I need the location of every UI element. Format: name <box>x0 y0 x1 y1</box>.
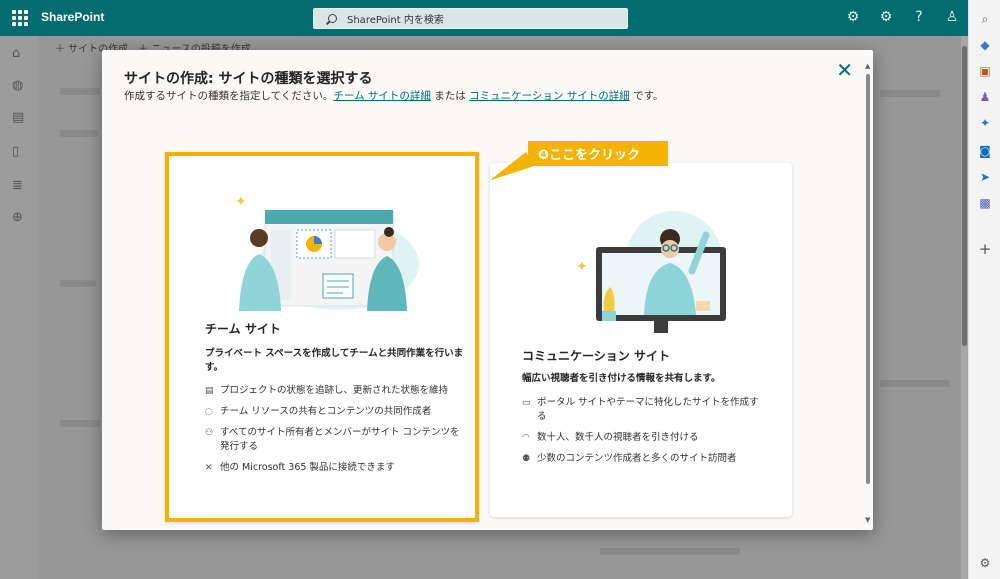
list-item: ◌ チーム リソースの共有とコンテンツの共同作成者 <box>205 406 432 417</box>
file-icon[interactable]: ▯ <box>12 144 19 159</box>
page-icon: ▭ <box>522 398 531 408</box>
blurred-content <box>60 88 100 95</box>
dialog-scrollbar[interactable]: ▲ ▼ <box>865 62 871 524</box>
settings-icon[interactable]: ⚙ <box>978 556 992 570</box>
blurred-content <box>880 90 940 97</box>
outlook-icon[interactable]: ◙ <box>978 144 992 158</box>
clipboard-icon: ▤ <box>205 386 214 396</box>
list-item: ⚉ 少数のコンテンツ作成者と多くのサイト訪問者 <box>522 453 737 464</box>
subtitle-prefix: 作成するサイトの種類を指定してください。 <box>124 90 334 102</box>
list-item: ◠ 数十人、数千人の視聴者を引き付ける <box>522 432 699 443</box>
communication-site-details-link[interactable]: コミュニケーション サイトの詳細 <box>469 90 630 102</box>
blurred-content <box>60 280 96 287</box>
news-icon[interactable]: ▤ <box>12 110 24 125</box>
team-site-title: チーム サイト <box>205 322 281 336</box>
team-site-details-link[interactable]: チーム サイトの詳細 <box>333 90 431 102</box>
copilot-icon[interactable]: ✦ <box>978 116 992 130</box>
account-icon[interactable]: ♙ <box>944 8 960 26</box>
svg-text:✦: ✦ <box>576 259 588 275</box>
globe-icon[interactable]: ◍ <box>12 78 23 93</box>
top-icons: ⚙ ⚙ ? ♙ <box>845 8 960 26</box>
share-icon[interactable]: ⚙ <box>845 8 861 26</box>
team-site-illustration: ✦ ✦ <box>235 194 419 311</box>
blurred-content <box>880 380 950 387</box>
authors-icon: ⚉ <box>522 454 531 464</box>
blurred-content <box>60 130 98 137</box>
settings-icon[interactable]: ⚙ <box>878 8 894 26</box>
communication-site-title: コミュニケーション サイト <box>522 349 670 363</box>
click-here-callout: ❹ここをクリック <box>528 141 668 166</box>
right-rail: ⌕ ◆ ▣ ♟ ✦ ◙ ➤ ▩ + ⚙ <box>968 0 1000 579</box>
sync-icon: ◌ <box>205 407 213 417</box>
briefcase-icon[interactable]: ▣ <box>978 64 992 78</box>
tag-icon[interactable]: ◆ <box>978 38 992 52</box>
teams-icon[interactable]: ▩ <box>978 196 992 210</box>
dialog-subtitle: 作成するサイトの種類を指定してください。チーム サイトの詳細 または コミュニケ… <box>124 88 664 103</box>
search-icon <box>328 14 337 23</box>
communication-site-features: ▭ ポータル サイトやテーマに特化したサイトを作成する ◠ 数十人、数千人の視聴者を… <box>522 396 767 473</box>
home-icon[interactable]: ⌂ <box>12 46 20 61</box>
communication-site-card[interactable]: ✦ コミュニケーション サイト 幅広い視聴者を引き付ける情報を共有します。 ▭ ポ… <box>490 163 792 517</box>
communication-site-lead: 幅広い視聴者を引き付ける情報を共有します。 <box>522 373 721 384</box>
dialog-title: サイトの作成: サイトの種類を選択する <box>124 71 373 87</box>
team-site-card[interactable]: ✦ ✦ チーム サイト プライベート スペースを作成してチームと共同作業を行いま… <box>165 152 479 522</box>
brand-name[interactable]: SharePoint <box>41 10 104 24</box>
svg-text:✦: ✦ <box>235 194 247 210</box>
help-icon[interactable]: ? <box>911 8 927 26</box>
people-icon: ⚇ <box>205 428 214 438</box>
top-bar: SharePoint SharePoint 内を検索 ⚙ ⚙ ? ♙ <box>0 0 968 36</box>
search-placeholder: SharePoint 内を検索 <box>347 15 444 26</box>
people-icon[interactable]: ♟ <box>978 90 992 104</box>
lists-icon[interactable]: ≣ <box>12 178 23 193</box>
left-rail: ⌂ ◍ ▤ ▯ ≣ ⊕ <box>0 36 38 579</box>
subtitle-mid: または <box>430 90 470 102</box>
search-icon[interactable]: ⌕ <box>978 12 992 27</box>
blurred-content <box>60 420 100 427</box>
team-site-lead: プライベート スペースを作成してチームと共同作業を行います。 <box>205 348 464 373</box>
list-item: ▤ プロジェクトの状態を追跡し、更新された状態を維持 <box>205 385 449 396</box>
create-site-dialog: サイトの作成: サイトの種類を選択する 作成するサイトの種類を指定してください。… <box>102 50 873 530</box>
list-item: ✕ 他の Microsoft 365 製品に接続できます <box>205 462 395 473</box>
page-scrollbar[interactable] <box>961 36 968 579</box>
list-item: ▭ ポータル サイトやテーマに特化したサイトを作成する <box>522 397 759 422</box>
team-site-features: ▤ プロジェクトの状態を追跡し、更新された状態を維持 ◌ チーム リソースの共有とコ… <box>205 384 465 482</box>
blurred-content <box>600 548 740 555</box>
add-icon[interactable]: + <box>978 240 992 258</box>
app-launcher-icon[interactable] <box>12 10 28 26</box>
connect-icon: ✕ <box>205 463 213 473</box>
list-item: ⚇ すべてのサイト所有者とメンバーがサイト コンテンツを発行する <box>205 427 460 452</box>
close-icon[interactable]: ✕ <box>836 60 853 80</box>
send-icon[interactable]: ➤ <box>978 170 992 184</box>
search-box[interactable]: SharePoint 内を検索 <box>313 8 628 29</box>
broadcast-icon: ◠ <box>522 433 530 443</box>
subtitle-suffix: です。 <box>629 90 664 102</box>
create-icon[interactable]: ⊕ <box>12 210 23 225</box>
communication-site-illustration: ✦ <box>576 211 726 333</box>
